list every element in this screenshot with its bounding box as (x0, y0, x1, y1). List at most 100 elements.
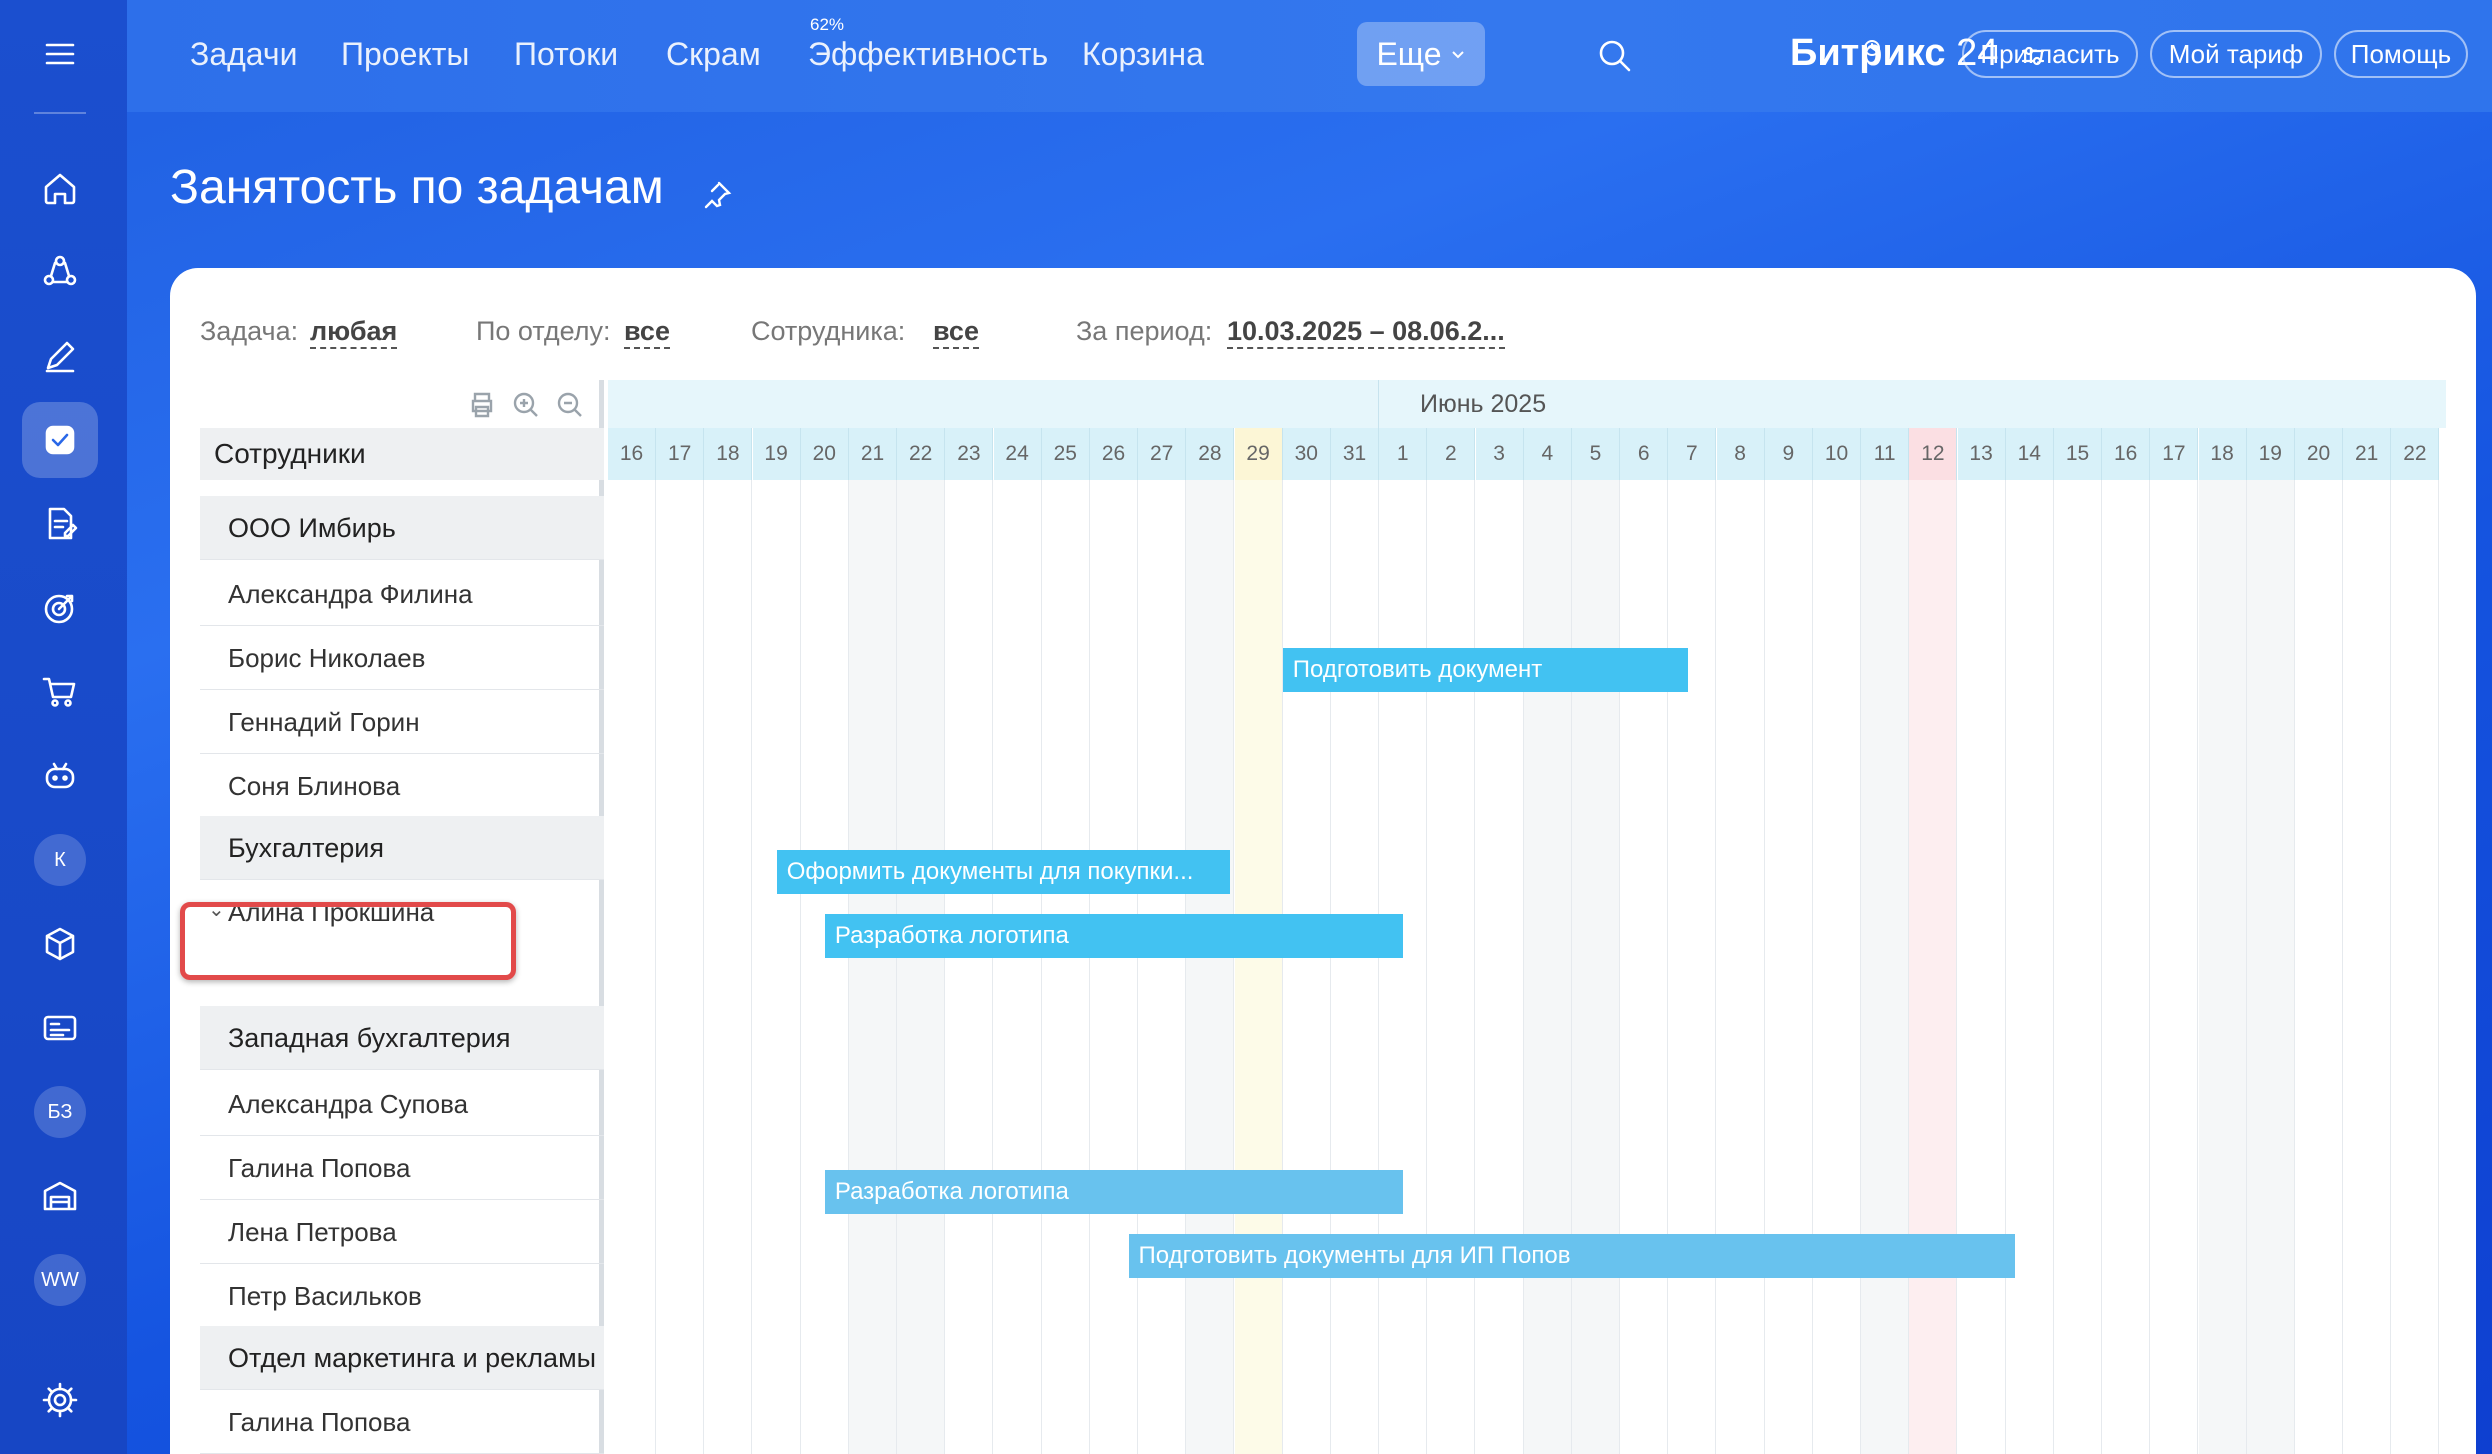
grid-column (1379, 480, 1428, 1454)
employee-row[interactable]: Галина Попова (200, 1390, 604, 1454)
task-bar[interactable]: Подготовить документ (1282, 648, 1688, 692)
filter-task-value[interactable]: любая (310, 316, 398, 349)
avatar-k[interactable]: К (34, 834, 86, 886)
menu-burger-icon[interactable] (22, 16, 98, 92)
department-row[interactable]: ООО Имбирь (200, 496, 604, 560)
grid-column (1668, 480, 1717, 1454)
nav-flows[interactable]: Потоки (514, 36, 618, 73)
employee-row[interactable]: Александра Супова (200, 1072, 604, 1136)
day-cell: 6 (1620, 428, 1669, 480)
employee-name: Галина Попова (228, 1153, 411, 1183)
employee-name: Александра Супова (228, 1089, 469, 1119)
help-button[interactable]: Помощь (2334, 30, 2468, 78)
grid-column (2246, 480, 2295, 1454)
target-icon[interactable] (22, 570, 98, 646)
grid-column (1283, 480, 1331, 1454)
nav-more-label: Еще (1376, 35, 1442, 72)
grid-column (656, 480, 705, 1454)
task-bar[interactable]: Подготовить документы для ИП Попов (1128, 1234, 2016, 1278)
warehouse-icon[interactable] (22, 1158, 98, 1234)
search-icon[interactable] (1597, 38, 1633, 74)
pin-icon[interactable] (700, 178, 734, 212)
invite-button[interactable]: Пригласить (1962, 30, 2138, 78)
grid-column (1427, 480, 1476, 1454)
employee-name: Бухгалтерия (228, 833, 384, 863)
employee-row[interactable]: Петр Васильков (200, 1264, 604, 1328)
employee-row[interactable]: Борис Николаев (200, 626, 604, 690)
day-cell: 18 (704, 428, 753, 480)
employee-row[interactable]: Лена Петрова (200, 1200, 604, 1264)
filter-task-label: Задача: (200, 316, 299, 346)
zoom-in-icon[interactable] (511, 390, 541, 420)
task-bar[interactable]: Оформить документы для покупки... (776, 850, 1230, 894)
day-cell: 21 (2343, 428, 2392, 480)
grid-column (1476, 480, 1524, 1454)
day-cell: 2 (1427, 428, 1476, 480)
home-icon[interactable] (22, 150, 98, 226)
shop-cart-icon[interactable] (22, 654, 98, 730)
clock-icon (1864, 40, 1880, 56)
card-list-icon[interactable] (22, 990, 98, 1066)
settings-gear-icon[interactable] (22, 1362, 98, 1438)
robot-icon[interactable] (22, 738, 98, 814)
grid-column (1138, 480, 1187, 1454)
employee-row[interactable]: Александра Филина (200, 562, 604, 626)
month-label: Июнь 2025 (1420, 390, 1547, 418)
days-header: 16 17 18 19 20 21 22 23 24 25 26 27 28 29 30 31 1 2 3 4 5 6 7 8… (608, 428, 2446, 480)
page-title: Занятость по задачам (170, 161, 664, 214)
grid-column (2054, 480, 2102, 1454)
grid-column (2102, 480, 2151, 1454)
filter-employee-value[interactable]: все (933, 316, 979, 349)
day-cell: 30 (1282, 428, 1331, 480)
timeline-grid: Июнь 2025 16 17 18 19 20 21 22 23 24 25 26 27 28 29 30… (608, 380, 2446, 1454)
zoom-out-icon[interactable] (555, 390, 585, 420)
tasks-icon[interactable] (22, 402, 98, 478)
day-cell: 14 (2005, 428, 2054, 480)
department-row[interactable]: Отдел маркетинга и рекламы (200, 1326, 604, 1390)
day-cell: 15 (2054, 428, 2102, 480)
employee-row[interactable]: Соня Блинова (200, 754, 604, 818)
grid-column (945, 480, 994, 1454)
grid-column (1861, 480, 1910, 1454)
day-cell: 24 (993, 428, 1042, 480)
grid-column (1572, 480, 1620, 1454)
nav-tasks[interactable]: Задачи (190, 36, 297, 73)
day-cell: 1 (1379, 428, 1428, 480)
employees-header: Сотрудники (200, 428, 604, 480)
day-cell: 17 (656, 428, 705, 480)
day-cell: 10 (1813, 428, 1861, 480)
day-cell: 4 (1523, 428, 1572, 480)
department-row[interactable]: Западная бухгалтерия (200, 1006, 604, 1070)
my-tariff-button[interactable]: Мой тариф (2150, 30, 2322, 78)
nav-trash[interactable]: Корзина (1082, 36, 1204, 73)
print-icon[interactable] (467, 390, 497, 420)
grid-column (1958, 480, 2006, 1454)
box-icon[interactable] (22, 906, 98, 982)
nav-projects[interactable]: Проекты (341, 36, 469, 73)
employee-name: Западная бухгалтерия (228, 1023, 511, 1053)
filter-period-value[interactable]: 10.03.2025 – 08.06.2... (1227, 316, 1505, 349)
employee-name: Отдел маркетинга и рекламы (228, 1343, 597, 1373)
nav-efficiency[interactable]: Эффективность (808, 36, 1048, 73)
nav-more-button[interactable]: Еще (1357, 22, 1485, 86)
nav-scrum[interactable]: Скрам (666, 36, 761, 73)
crm-icon[interactable] (22, 234, 98, 310)
grid-column (1717, 480, 1765, 1454)
filter-dept-value[interactable]: все (624, 316, 670, 349)
task-bar[interactable]: Разработка логотипа (824, 914, 1404, 958)
employee-row[interactable]: Геннадий Горин (200, 690, 604, 754)
grid-column (1523, 480, 1572, 1454)
avatar-ww[interactable]: WW (34, 1254, 86, 1306)
employee-row[interactable]: Галина Попова (200, 1136, 604, 1200)
documents-icon[interactable] (22, 486, 98, 562)
sign-pen-icon[interactable] (22, 318, 98, 394)
day-cell: 9 (1764, 428, 1813, 480)
top-navigation-bar: Задачи Проекты Потоки Скрам 62% Эффектив… (127, 0, 2492, 112)
avatar-bz[interactable]: БЗ (34, 1086, 86, 1138)
grid-column (2391, 480, 2440, 1454)
grid-column (704, 480, 753, 1454)
day-cell: 23 (945, 428, 994, 480)
task-bar[interactable]: Разработка логотипа (824, 1170, 1404, 1214)
grid-column (897, 480, 946, 1454)
department-row[interactable]: Бухгалтерия (200, 816, 604, 880)
